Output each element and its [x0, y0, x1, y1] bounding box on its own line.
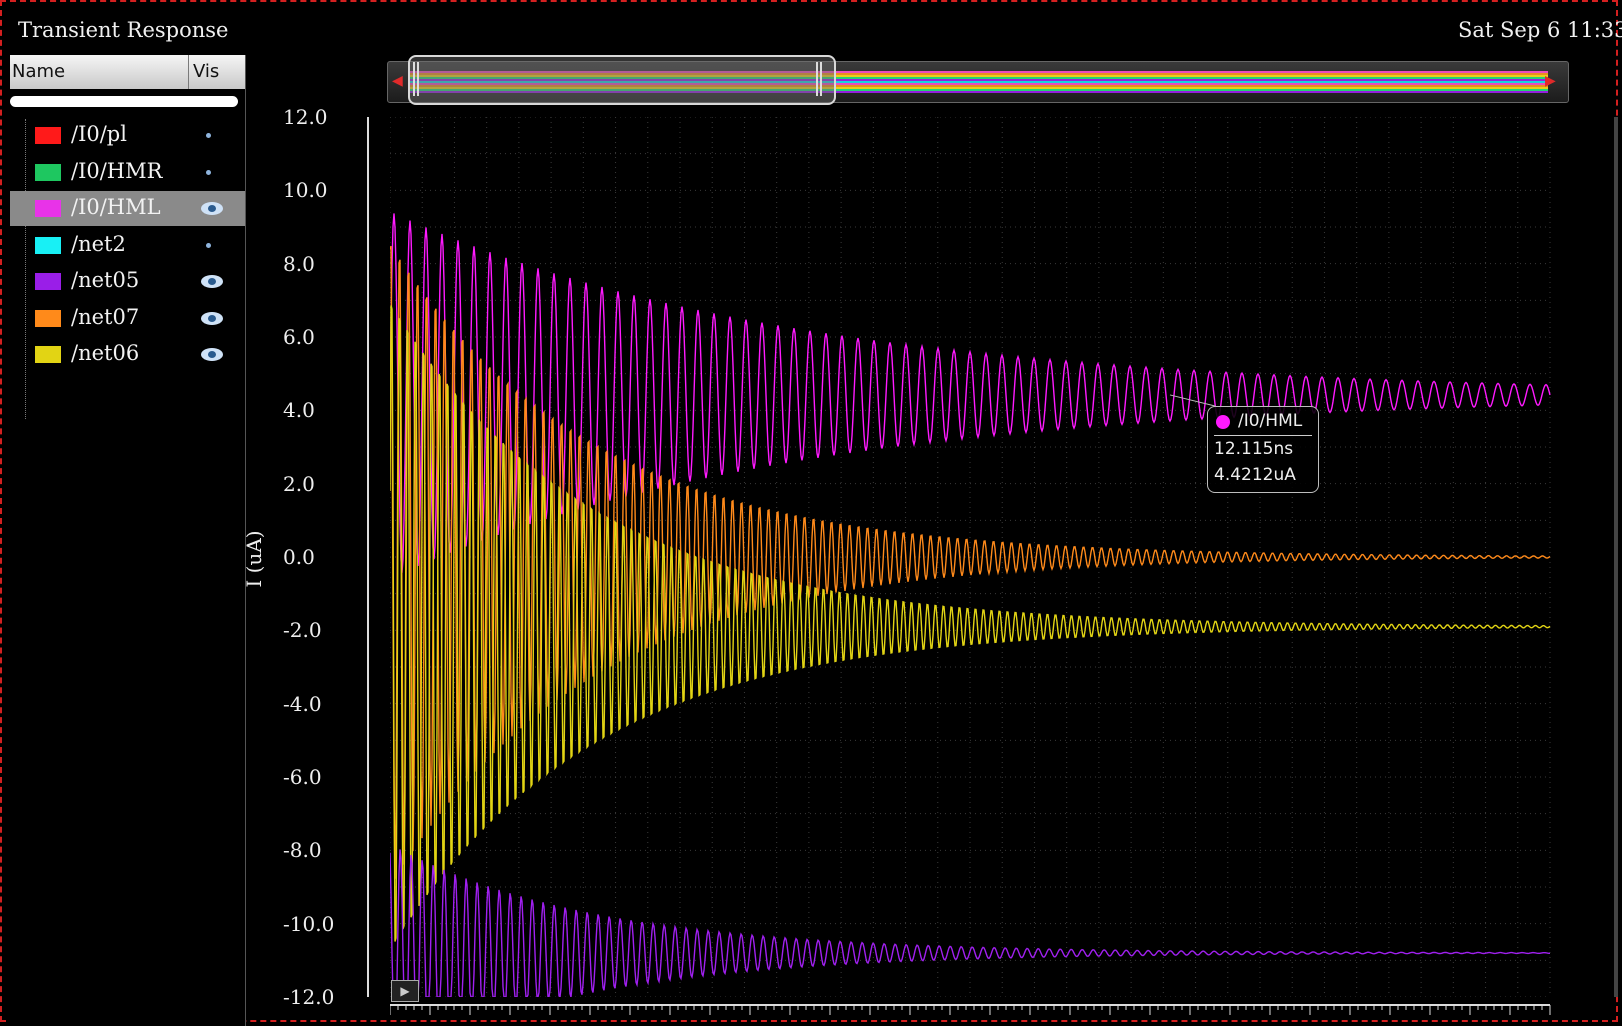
- datetime-display: Sat Sep 6 11:33:: [1458, 18, 1622, 42]
- signal-list-panel: Name Vis /I0/pl/I0/HMR/I0/HML/net2/net05…: [10, 55, 246, 1026]
- y-tick-label: 4.0: [283, 398, 315, 423]
- column-header-name[interactable]: Name: [12, 61, 65, 82]
- signal-name-label: /net07: [71, 304, 140, 329]
- signal-color-swatch[interactable]: [35, 236, 61, 254]
- signal-list-header: Name Vis: [10, 55, 245, 89]
- tooltip-divider: [1214, 435, 1312, 436]
- y-axis-label: I (uA): [242, 530, 266, 588]
- signal-color-swatch[interactable]: [35, 273, 61, 290]
- tooltip-signal-name: /I0/HML: [1238, 411, 1303, 431]
- tooltip-x-value: 12.115ns: [1214, 439, 1294, 459]
- signal-row[interactable]: /net2: [10, 228, 245, 263]
- visibility-eye-icon[interactable]: [201, 202, 223, 215]
- y-tick-label: -2.0: [283, 618, 322, 643]
- visibility-eye-icon[interactable]: [201, 348, 223, 361]
- signal-row[interactable]: /I0/HML: [10, 191, 245, 226]
- x-axis-ticks: [390, 1004, 1551, 1015]
- column-header-vis[interactable]: Vis: [193, 61, 219, 82]
- scroll-window-thumb[interactable]: [408, 55, 836, 105]
- signal-name-label: /net05: [71, 268, 140, 292]
- signal-name-label: /I0/HMR: [71, 158, 163, 183]
- column-separator[interactable]: [188, 55, 189, 89]
- y-tick-label: 10.0: [283, 178, 328, 203]
- signal-name-label: /I0/HML: [71, 195, 161, 219]
- y-tick-label: -6.0: [283, 765, 322, 789]
- y-tick-label: 6.0: [283, 325, 315, 349]
- signal-filter-bar[interactable]: [10, 96, 238, 107]
- signal-name-label: /I0/pl: [71, 122, 127, 146]
- signal-row[interactable]: /net05: [10, 264, 245, 299]
- signal-row[interactable]: /net06: [10, 337, 245, 372]
- hidden-dot-icon[interactable]: [206, 242, 211, 248]
- visibility-eye-icon[interactable]: [201, 311, 223, 325]
- signal-row[interactable]: /I0/pl: [10, 118, 245, 153]
- thumb-right-grip-handle[interactable]: [816, 62, 822, 96]
- tooltip-signal-dot-icon: [1216, 415, 1230, 429]
- y-axis-line: [367, 117, 369, 997]
- signal-color-swatch[interactable]: [35, 309, 61, 327]
- signal-name-label: /net06: [71, 341, 140, 365]
- signal-name-label: /net2: [71, 231, 126, 256]
- visibility-eye-icon[interactable]: [201, 275, 223, 288]
- window-title: Transient Response: [18, 18, 229, 42]
- y-tick-label: -8.0: [283, 838, 322, 863]
- y-tick-label: 8.0: [283, 251, 315, 276]
- thumb-left-grip-handle[interactable]: [413, 62, 419, 96]
- signal-row[interactable]: /net07: [10, 301, 245, 336]
- marker-tooltip[interactable]: /I0/HML 12.115ns 4.4212uA: [1207, 406, 1319, 493]
- tooltip-y-value: 4.4212uA: [1214, 465, 1296, 485]
- y-tick-label: -4.0: [283, 691, 322, 716]
- signal-color-swatch[interactable]: [35, 127, 61, 144]
- signal-color-swatch[interactable]: [35, 200, 61, 217]
- y-tick-label: 2.0: [283, 471, 315, 496]
- vertical-scrollbar[interactable]: [1614, 117, 1618, 997]
- scroll-left-arrow-icon[interactable]: ◀: [392, 73, 403, 89]
- hidden-dot-icon[interactable]: [206, 169, 211, 175]
- signal-color-swatch[interactable]: [35, 346, 61, 363]
- waveform-plot-area[interactable]: [390, 117, 1590, 997]
- tooltip-pointer-line: [1169, 394, 1216, 407]
- y-tick-label: -10.0: [283, 911, 335, 936]
- play-icon[interactable]: ▶: [391, 980, 419, 1002]
- hidden-dot-icon[interactable]: [206, 133, 211, 138]
- y-tick-label: 12.0: [283, 105, 328, 129]
- signal-row[interactable]: /I0/HMR: [10, 155, 245, 190]
- y-tick-label: 0.0: [283, 545, 315, 569]
- scroll-right-arrow-icon[interactable]: ▶: [1545, 73, 1556, 89]
- signal-color-swatch[interactable]: [35, 163, 61, 181]
- y-tick-label: -12.0: [283, 985, 335, 1009]
